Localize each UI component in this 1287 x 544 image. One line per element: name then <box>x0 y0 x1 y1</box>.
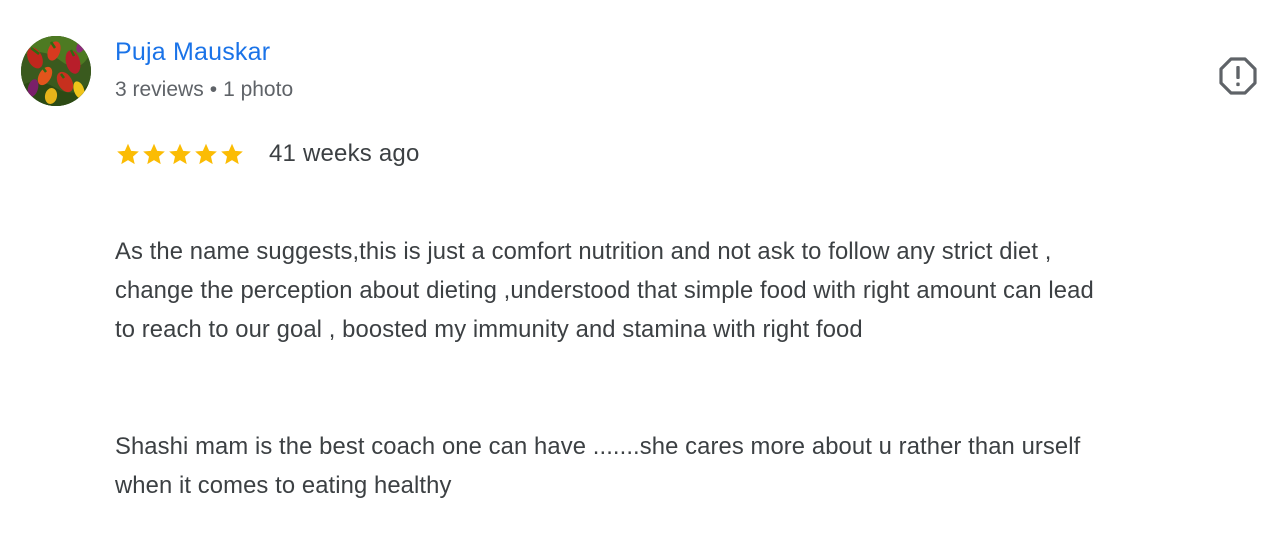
star-icon <box>169 143 191 165</box>
star-rating <box>115 141 245 167</box>
star-icon <box>117 143 139 165</box>
review-paragraph: As the name suggests,this is just a comf… <box>115 238 1094 343</box>
rating-row: 41 weeks ago <box>115 138 420 170</box>
reviewer-meta: 3 reviews • 1 photo <box>115 78 293 102</box>
photos-count: 1 photo <box>223 78 294 101</box>
review-paragraph: Shashi mam is the best coach one can hav… <box>115 433 1081 499</box>
meta-separator: • <box>209 78 218 101</box>
review-date: 41 weeks ago <box>269 140 420 167</box>
report-flag-icon <box>1219 57 1257 95</box>
review-text: As the name suggests,this is just a comf… <box>115 193 1275 544</box>
star-icon <box>143 143 165 165</box>
star-icon <box>195 143 217 165</box>
reviewer-name-link[interactable]: Puja Mauskar <box>115 38 270 67</box>
avatar-image <box>21 36 91 106</box>
avatar[interactable] <box>21 36 91 106</box>
reviews-count: 3 reviews <box>115 78 204 101</box>
star-icon <box>221 143 243 165</box>
report-review-button[interactable] <box>1217 55 1259 97</box>
